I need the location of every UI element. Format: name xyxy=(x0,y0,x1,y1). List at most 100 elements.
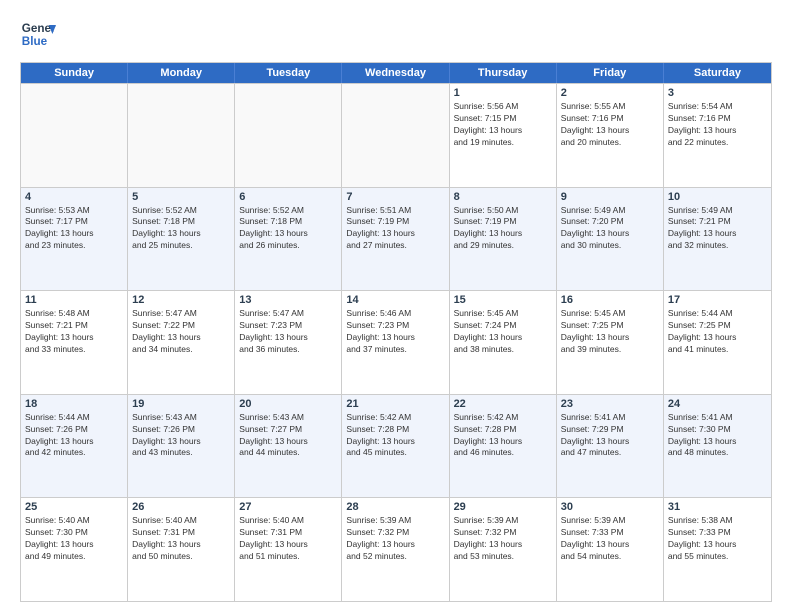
day-number: 25 xyxy=(25,501,123,513)
day-info: Sunrise: 5:53 AM Sunset: 7:17 PM Dayligh… xyxy=(25,205,123,253)
day-number: 6 xyxy=(239,191,337,203)
day-info: Sunrise: 5:39 AM Sunset: 7:32 PM Dayligh… xyxy=(454,515,552,563)
cal-row-3: 11 Sunrise: 5:48 AM Sunset: 7:21 PM Dayli… xyxy=(21,290,771,394)
day-number: 5 xyxy=(132,191,230,203)
day-info: Sunrise: 5:42 AM Sunset: 7:28 PM Dayligh… xyxy=(346,412,444,460)
day-number: 24 xyxy=(668,398,767,410)
day-number: 31 xyxy=(668,501,767,513)
day-number: 27 xyxy=(239,501,337,513)
day-number: 30 xyxy=(561,501,659,513)
cal-cell: 14 Sunrise: 5:46 AM Sunset: 7:23 PM Dayli… xyxy=(342,291,449,394)
cal-header-sunday: Sunday xyxy=(21,63,128,83)
cal-cell: 15 Sunrise: 5:45 AM Sunset: 7:24 PM Dayli… xyxy=(450,291,557,394)
day-number: 7 xyxy=(346,191,444,203)
page: General Blue SundayMondayTuesdayWednesda… xyxy=(0,0,792,612)
cal-cell: 1Sunrise: 5:56 AM Sunset: 7:15 PM Daylig… xyxy=(450,84,557,187)
day-number: 17 xyxy=(668,294,767,306)
cal-cell xyxy=(128,84,235,187)
cal-cell: 22 Sunrise: 5:42 AM Sunset: 7:28 PM Dayli… xyxy=(450,395,557,498)
day-info: Sunrise: 5:42 AM Sunset: 7:28 PM Dayligh… xyxy=(454,412,552,460)
day-info: Sunrise: 5:40 AM Sunset: 7:30 PM Dayligh… xyxy=(25,515,123,563)
calendar-header-row: SundayMondayTuesdayWednesdayThursdayFrid… xyxy=(21,63,771,83)
cal-cell: 5 Sunrise: 5:52 AM Sunset: 7:18 PM Daylig… xyxy=(128,188,235,291)
cal-cell: 6Sunrise: 5:52 AM Sunset: 7:18 PM Daylig… xyxy=(235,188,342,291)
day-number: 9 xyxy=(561,191,659,203)
day-number: 10 xyxy=(668,191,767,203)
day-info: Sunrise: 5:39 AM Sunset: 7:33 PM Dayligh… xyxy=(561,515,659,563)
cal-cell: 2 Sunrise: 5:55 AM Sunset: 7:16 PM Daylig… xyxy=(557,84,664,187)
logo-icon: General Blue xyxy=(20,16,56,52)
svg-text:Blue: Blue xyxy=(22,35,48,48)
cal-header-wednesday: Wednesday xyxy=(342,63,449,83)
day-info: Sunrise: 5:44 AM Sunset: 7:26 PM Dayligh… xyxy=(25,412,123,460)
day-number: 26 xyxy=(132,501,230,513)
cal-header-thursday: Thursday xyxy=(450,63,557,83)
cal-header-tuesday: Tuesday xyxy=(235,63,342,83)
calendar-body: 1Sunrise: 5:56 AM Sunset: 7:15 PM Daylig… xyxy=(21,83,771,601)
day-info: Sunrise: 5:47 AM Sunset: 7:23 PM Dayligh… xyxy=(239,308,337,356)
day-info: Sunrise: 5:40 AM Sunset: 7:31 PM Dayligh… xyxy=(239,515,337,563)
day-number: 15 xyxy=(454,294,552,306)
cal-cell: 25 Sunrise: 5:40 AM Sunset: 7:30 PM Dayli… xyxy=(21,498,128,601)
day-info: Sunrise: 5:50 AM Sunset: 7:19 PM Dayligh… xyxy=(454,205,552,253)
cal-cell: 23 Sunrise: 5:41 AM Sunset: 7:29 PM Dayli… xyxy=(557,395,664,498)
day-number: 16 xyxy=(561,294,659,306)
day-number: 4 xyxy=(25,191,123,203)
cal-cell: 16Sunrise: 5:45 AM Sunset: 7:25 PM Dayli… xyxy=(557,291,664,394)
day-info: Sunrise: 5:49 AM Sunset: 7:21 PM Dayligh… xyxy=(668,205,767,253)
cal-cell: 10 Sunrise: 5:49 AM Sunset: 7:21 PM Dayli… xyxy=(664,188,771,291)
cal-cell: 7 Sunrise: 5:51 AM Sunset: 7:19 PM Daylig… xyxy=(342,188,449,291)
cal-cell: 21Sunrise: 5:42 AM Sunset: 7:28 PM Dayli… xyxy=(342,395,449,498)
cal-cell: 31Sunrise: 5:38 AM Sunset: 7:33 PM Dayli… xyxy=(664,498,771,601)
day-info: Sunrise: 5:55 AM Sunset: 7:16 PM Dayligh… xyxy=(561,101,659,149)
day-number: 20 xyxy=(239,398,337,410)
cal-row-5: 25 Sunrise: 5:40 AM Sunset: 7:30 PM Dayli… xyxy=(21,497,771,601)
day-info: Sunrise: 5:40 AM Sunset: 7:31 PM Dayligh… xyxy=(132,515,230,563)
day-number: 22 xyxy=(454,398,552,410)
cal-cell: 19Sunrise: 5:43 AM Sunset: 7:26 PM Dayli… xyxy=(128,395,235,498)
cal-cell: 18 Sunrise: 5:44 AM Sunset: 7:26 PM Dayli… xyxy=(21,395,128,498)
cal-cell xyxy=(235,84,342,187)
day-number: 11 xyxy=(25,294,123,306)
day-number: 3 xyxy=(668,87,767,99)
cal-cell: 17 Sunrise: 5:44 AM Sunset: 7:25 PM Dayli… xyxy=(664,291,771,394)
cal-cell: 12 Sunrise: 5:47 AM Sunset: 7:22 PM Dayli… xyxy=(128,291,235,394)
cal-row-2: 4 Sunrise: 5:53 AM Sunset: 7:17 PM Daylig… xyxy=(21,187,771,291)
day-number: 1 xyxy=(454,87,552,99)
day-info: Sunrise: 5:39 AM Sunset: 7:32 PM Dayligh… xyxy=(346,515,444,563)
day-info: Sunrise: 5:47 AM Sunset: 7:22 PM Dayligh… xyxy=(132,308,230,356)
day-info: Sunrise: 5:44 AM Sunset: 7:25 PM Dayligh… xyxy=(668,308,767,356)
day-info: Sunrise: 5:41 AM Sunset: 7:29 PM Dayligh… xyxy=(561,412,659,460)
day-number: 29 xyxy=(454,501,552,513)
day-info: Sunrise: 5:52 AM Sunset: 7:18 PM Dayligh… xyxy=(132,205,230,253)
day-number: 12 xyxy=(132,294,230,306)
cal-cell: 27 Sunrise: 5:40 AM Sunset: 7:31 PM Dayli… xyxy=(235,498,342,601)
cal-cell: 28Sunrise: 5:39 AM Sunset: 7:32 PM Dayli… xyxy=(342,498,449,601)
cal-header-saturday: Saturday xyxy=(664,63,771,83)
day-info: Sunrise: 5:43 AM Sunset: 7:26 PM Dayligh… xyxy=(132,412,230,460)
day-info: Sunrise: 5:41 AM Sunset: 7:30 PM Dayligh… xyxy=(668,412,767,460)
cal-row-1: 1Sunrise: 5:56 AM Sunset: 7:15 PM Daylig… xyxy=(21,83,771,187)
day-info: Sunrise: 5:51 AM Sunset: 7:19 PM Dayligh… xyxy=(346,205,444,253)
cal-cell: 20 Sunrise: 5:43 AM Sunset: 7:27 PM Dayli… xyxy=(235,395,342,498)
day-number: 14 xyxy=(346,294,444,306)
day-info: Sunrise: 5:49 AM Sunset: 7:20 PM Dayligh… xyxy=(561,205,659,253)
cal-cell: 13 Sunrise: 5:47 AM Sunset: 7:23 PM Dayli… xyxy=(235,291,342,394)
cal-cell xyxy=(21,84,128,187)
day-info: Sunrise: 5:46 AM Sunset: 7:23 PM Dayligh… xyxy=(346,308,444,356)
day-info: Sunrise: 5:43 AM Sunset: 7:27 PM Dayligh… xyxy=(239,412,337,460)
cal-cell: 9 Sunrise: 5:49 AM Sunset: 7:20 PM Daylig… xyxy=(557,188,664,291)
day-info: Sunrise: 5:54 AM Sunset: 7:16 PM Dayligh… xyxy=(668,101,767,149)
cal-cell: 30 Sunrise: 5:39 AM Sunset: 7:33 PM Dayli… xyxy=(557,498,664,601)
day-number: 23 xyxy=(561,398,659,410)
day-number: 18 xyxy=(25,398,123,410)
day-number: 13 xyxy=(239,294,337,306)
header: General Blue xyxy=(20,16,772,52)
cal-cell: 11 Sunrise: 5:48 AM Sunset: 7:21 PM Dayli… xyxy=(21,291,128,394)
day-info: Sunrise: 5:45 AM Sunset: 7:24 PM Dayligh… xyxy=(454,308,552,356)
cal-header-monday: Monday xyxy=(128,63,235,83)
cal-cell: 24 Sunrise: 5:41 AM Sunset: 7:30 PM Dayli… xyxy=(664,395,771,498)
calendar: SundayMondayTuesdayWednesdayThursdayFrid… xyxy=(20,62,772,602)
day-number: 2 xyxy=(561,87,659,99)
day-info: Sunrise: 5:48 AM Sunset: 7:21 PM Dayligh… xyxy=(25,308,123,356)
